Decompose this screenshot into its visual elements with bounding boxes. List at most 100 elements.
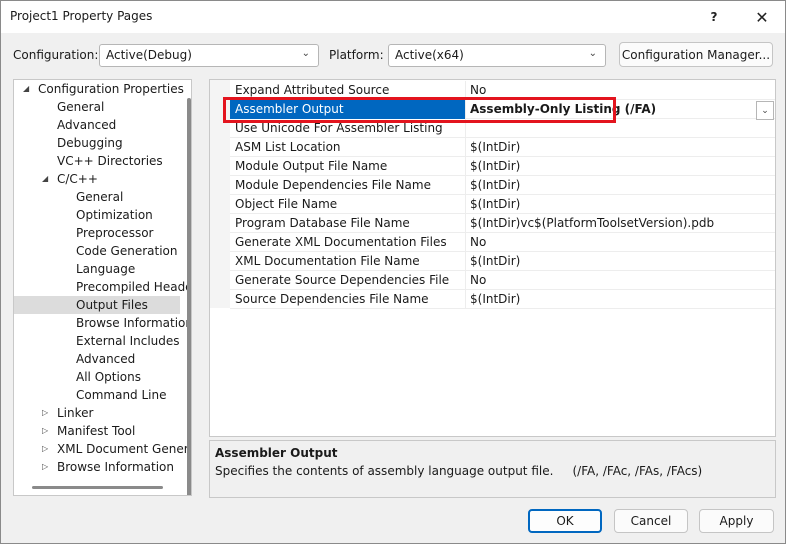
property-name: Generate XML Documentation Files	[235, 235, 447, 249]
column-divider	[465, 157, 466, 176]
tree-item[interactable]: General	[14, 188, 180, 206]
collapsed-arrow-icon[interactable]: ▷	[42, 422, 52, 440]
chevron-down-icon: ⌄	[301, 48, 310, 59]
close-icon[interactable]: ✕	[739, 1, 785, 33]
tree-item[interactable]: Debugging	[14, 134, 180, 152]
expanded-arrow-icon[interactable]: ◢	[42, 170, 52, 188]
property-value: $(IntDir)vc$(PlatformToolsetVersion).pdb	[470, 216, 715, 230]
tree-item[interactable]: Preprocessor	[14, 224, 180, 242]
cancel-button[interactable]: Cancel	[614, 509, 688, 533]
column-divider	[465, 271, 466, 290]
description-title: Assembler Output	[215, 446, 338, 460]
column-divider	[465, 176, 466, 195]
column-divider	[465, 252, 466, 271]
configuration-value: Active(Debug)	[106, 48, 192, 62]
tree-item[interactable]: Browse Information	[14, 314, 191, 332]
tree-item[interactable]: Language	[14, 260, 180, 278]
collapsed-arrow-icon[interactable]: ▷	[42, 458, 52, 476]
tree-item-label: C/C++	[57, 172, 98, 186]
column-divider	[465, 290, 466, 309]
tree-item-label: Browse Information	[76, 316, 192, 330]
highlight-box	[223, 97, 616, 123]
tree-item[interactable]: ▷ Browse Information	[14, 458, 180, 476]
collapsed-arrow-icon[interactable]: ▷	[42, 404, 52, 422]
property-grid[interactable]: Expand Attributed Source No Assembler Outp…	[209, 79, 776, 437]
tree-item[interactable]: General	[14, 98, 180, 116]
ok-button[interactable]: OK	[528, 509, 602, 533]
property-row[interactable]: ASM List Location $(IntDir)	[230, 138, 775, 157]
tree-horizontal-scrollbar[interactable]	[32, 486, 163, 489]
platform-label: Platform:	[329, 48, 384, 62]
tree-item-label: All Options	[76, 370, 141, 384]
tree-item[interactable]: External Includes	[14, 332, 180, 350]
tree-vertical-scrollbar[interactable]	[187, 98, 191, 495]
property-row[interactable]: XML Documentation File Name $(IntDir)	[230, 252, 775, 271]
tree-item-label: VC++ Directories	[57, 154, 163, 168]
configuration-dropdown[interactable]: Active(Debug) ⌄	[99, 44, 319, 67]
tree-item[interactable]: Optimization	[14, 206, 180, 224]
tree-item-label: Browse Information	[57, 460, 174, 474]
property-value: $(IntDir)	[470, 292, 521, 306]
property-value: $(IntDir)	[470, 197, 521, 211]
property-tree[interactable]: ▷ Browse Information ▷ XML Document Genera ▷…	[13, 79, 192, 496]
property-row[interactable]: Generate XML Documentation Files No	[230, 233, 775, 252]
tree-item[interactable]: All Options	[14, 368, 180, 386]
platform-value: Active(x64)	[395, 48, 464, 62]
tree-item[interactable]: Advanced	[14, 350, 180, 368]
property-name: Use Unicode For Assembler Listing	[235, 121, 443, 135]
chevron-down-icon: ⌄	[588, 48, 597, 59]
tree-item[interactable]: ◢ C/C++	[14, 170, 180, 188]
property-row[interactable]: Generate Source Dependencies File No	[230, 271, 775, 290]
tree-item[interactable]: ▷ Linker	[14, 404, 180, 422]
tree-item[interactable]: ◢ Configuration Properties	[14, 80, 184, 98]
tree-item-label: Command Line	[76, 388, 167, 402]
tree-item-label: Precompiled Heade	[76, 280, 192, 294]
tree-item-label: Preprocessor	[76, 226, 154, 240]
property-name: Module Dependencies File Name	[235, 178, 431, 192]
tree-item-label: General	[76, 190, 124, 204]
property-name: Object File Name	[235, 197, 338, 211]
column-divider	[465, 233, 466, 252]
platform-dropdown[interactable]: Active(x64) ⌄	[388, 44, 606, 67]
property-value: No	[470, 83, 487, 97]
tree-item[interactable]: Command Line	[14, 386, 180, 404]
property-value: $(IntDir)	[470, 159, 521, 173]
property-pages-dialog: Project1 Property Pages ? ✕ Configuratio…	[0, 0, 786, 544]
tree-item-label: Optimization	[76, 208, 153, 222]
apply-button[interactable]: Apply	[699, 509, 774, 533]
tree-item-label: Configuration Properties	[38, 82, 184, 96]
column-divider	[465, 214, 466, 233]
tree-item-label: Language	[76, 262, 136, 276]
property-row[interactable]: Module Dependencies File Name $(IntDir)	[230, 176, 775, 195]
tree-item-label: XML Document Genera	[57, 442, 192, 456]
window-title: Project1 Property Pages	[10, 9, 153, 23]
title-bar: Project1 Property Pages ? ✕	[1, 1, 785, 33]
tree-item-label: External Includes	[76, 334, 180, 348]
property-name: XML Documentation File Name	[235, 254, 420, 268]
tree-item[interactable]: Advanced	[14, 116, 180, 134]
tree-item[interactable]: Code Generation	[14, 242, 180, 260]
configuration-manager-button[interactable]: Configuration Manager...	[619, 42, 773, 67]
property-row[interactable]: Program Database File Name $(IntDir)vc$(P…	[230, 214, 775, 233]
property-row[interactable]: Module Output File Name $(IntDir)	[230, 157, 775, 176]
property-name: ASM List Location	[235, 140, 341, 154]
tree-item-label: Linker	[57, 406, 94, 420]
tree-item[interactable]: ▷ XML Document Genera	[14, 440, 191, 458]
property-row[interactable]: Source Dependencies File Name $(IntDir)	[230, 290, 775, 309]
tree-item[interactable]: Output Files	[14, 296, 180, 314]
property-name: Module Output File Name	[235, 159, 388, 173]
property-row[interactable]: Object File Name $(IntDir)	[230, 195, 775, 214]
tree-item-label: Advanced	[76, 352, 136, 366]
tree-item[interactable]: ▷ Manifest Tool	[14, 422, 180, 440]
value-dropdown-button[interactable]: ⌄	[756, 101, 774, 120]
configuration-label: Configuration:	[13, 48, 99, 62]
collapsed-arrow-icon[interactable]: ▷	[42, 440, 52, 458]
tree-item[interactable]: VC++ Directories	[14, 152, 180, 170]
column-divider	[465, 138, 466, 157]
tree-item-label: Advanced	[57, 118, 117, 132]
help-icon[interactable]: ?	[691, 1, 737, 33]
expanded-arrow-icon[interactable]: ◢	[23, 80, 33, 98]
description-text: Specifies the contents of assembly langu…	[215, 464, 703, 478]
tree-item[interactable]: Precompiled Heade	[14, 278, 191, 296]
tree-item-label: Output Files	[76, 298, 148, 312]
